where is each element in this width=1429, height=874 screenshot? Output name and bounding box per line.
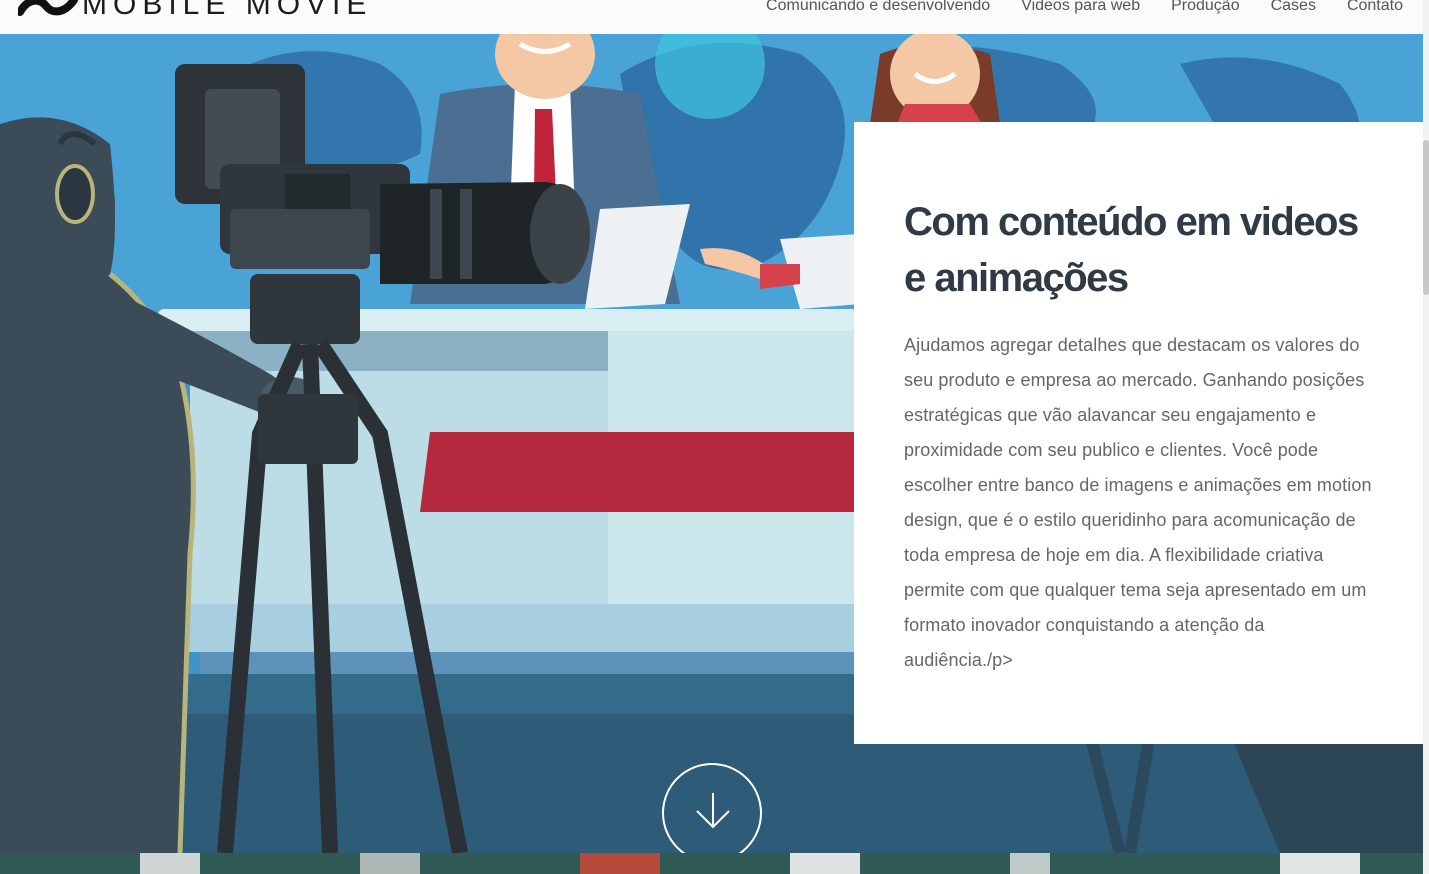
scroll-down-button[interactable]: [662, 763, 762, 863]
hero-content-card: Com conteúdo em videos e animações Ajuda…: [854, 122, 1423, 744]
brand-logo[interactable]: MOBILE MOVIE: [18, 0, 372, 20]
nav-item-videos-web[interactable]: Videos para web: [1021, 0, 1140, 16]
logo-mark-icon: [18, 0, 78, 16]
arrow-down-icon: [696, 793, 730, 829]
next-section-preview: [0, 853, 1423, 874]
scrollbar-thumb[interactable]: [1423, 140, 1429, 295]
nav-item-comunicando[interactable]: Comunicando e desenvolvendo: [766, 0, 990, 16]
page-scrollbar[interactable]: [1423, 0, 1429, 874]
brand-name: MOBILE MOVIE: [82, 0, 373, 21]
hero-description: Ajudamos agregar detalhes que destacam o…: [904, 335, 1372, 670]
nav-item-contato[interactable]: Contato: [1347, 0, 1403, 16]
site-header: MOBILE MOVIE Comunicando e desenvolvendo…: [0, 0, 1423, 34]
nav-item-producao[interactable]: Produção: [1171, 0, 1240, 16]
main-nav: Comunicando e desenvolvendo Videos para …: [766, 0, 1403, 16]
nav-item-cases[interactable]: Cases: [1271, 0, 1316, 16]
hero-title: Com conteúdo em videos e animações: [904, 200, 1359, 300]
